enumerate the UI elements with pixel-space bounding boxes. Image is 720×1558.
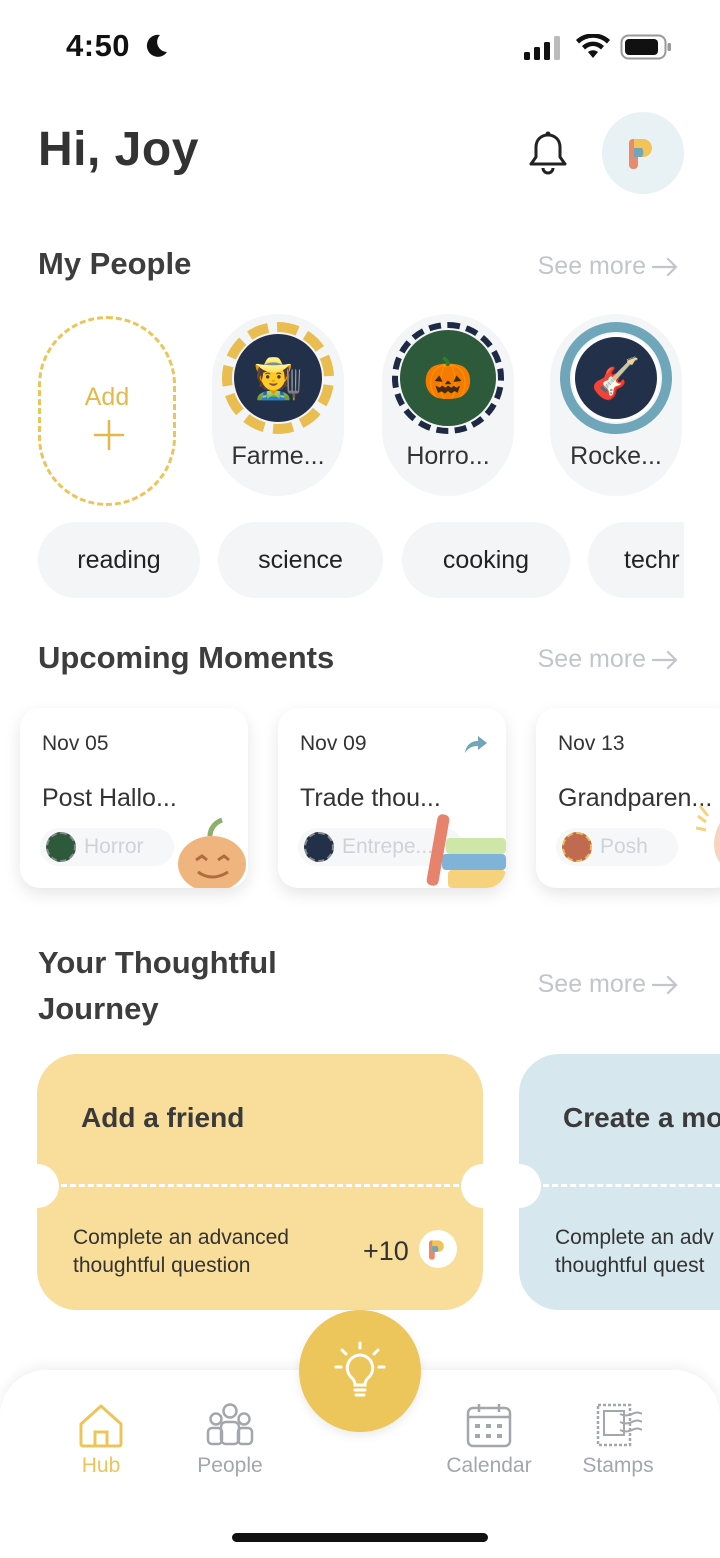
upcoming-moments-title: Upcoming Moments bbox=[38, 640, 335, 675]
lightbulb-icon bbox=[334, 1341, 386, 1397]
people-icon bbox=[206, 1403, 254, 1446]
journey-title-line1: Your Thoughtful bbox=[38, 945, 277, 980]
app-logo-icon bbox=[629, 139, 652, 169]
home-icon bbox=[79, 1404, 123, 1448]
my-people-title: My People bbox=[38, 246, 192, 281]
calendar-icon bbox=[466, 1404, 512, 1448]
farmer-avatar: 🧑‍🌾 bbox=[234, 334, 322, 422]
arrow-right-icon bbox=[652, 650, 678, 669]
ticket-divider bbox=[543, 1184, 720, 1187]
journey-see-more[interactable]: See more bbox=[538, 970, 678, 999]
battery-icon bbox=[620, 34, 671, 60]
moment-title: Trade thou... bbox=[300, 784, 441, 812]
profile-avatar[interactable] bbox=[602, 112, 684, 194]
journey-ticket[interactable]: Add a friend Complete an advanced though… bbox=[37, 1054, 483, 1310]
moment-date: Nov 13 bbox=[558, 732, 625, 755]
person-name: Horro... bbox=[406, 442, 490, 470]
tab-stamps[interactable]: Stamps bbox=[558, 1402, 678, 1478]
person-card-farmer[interactable]: 🧑‍🌾 Farme... bbox=[212, 314, 344, 496]
moment-card[interactable]: Nov 09 Trade thou... Entrepe... bbox=[278, 708, 506, 888]
tag-label: Posh bbox=[600, 835, 648, 858]
ticket-notch bbox=[461, 1164, 483, 1208]
moments-see-more[interactable]: See more bbox=[538, 645, 678, 674]
signal-icon bbox=[524, 36, 560, 60]
moment-person-tag: Horror bbox=[40, 828, 174, 866]
tab-label: Hub bbox=[81, 1454, 121, 1477]
moment-date: Nov 09 bbox=[300, 732, 367, 755]
see-more-label: See more bbox=[537, 252, 646, 280]
ticket-divider bbox=[61, 1184, 459, 1187]
see-more-label: See more bbox=[537, 645, 646, 673]
home-indicator bbox=[232, 1533, 488, 1542]
tab-hub[interactable]: Hub bbox=[41, 1402, 161, 1478]
ticket-title: Add a friend bbox=[81, 1102, 245, 1133]
ticket-desc-line2: thoughtful quest bbox=[555, 1254, 705, 1277]
thoughtful-idea-button[interactable] bbox=[299, 1310, 421, 1432]
interest-chip[interactable]: reading bbox=[38, 522, 200, 598]
see-more-label: See more bbox=[537, 970, 646, 998]
status-bar: 4:50 bbox=[0, 0, 720, 96]
ticket-description: Complete an adv thoughtful quest bbox=[555, 1224, 714, 1280]
my-people-see-more[interactable]: See more bbox=[538, 252, 678, 281]
ticket-desc-line2: thoughtful question bbox=[73, 1254, 251, 1277]
moment-title: Grandparen... bbox=[558, 784, 713, 812]
do-not-disturb-icon bbox=[146, 34, 167, 57]
ticket-notch bbox=[519, 1164, 541, 1208]
ticket-description: Complete an advanced thoughtful question bbox=[73, 1224, 289, 1280]
books-icon bbox=[426, 814, 506, 888]
person-name: Rocke... bbox=[570, 442, 662, 470]
interest-chips: reading science cooking techr bbox=[38, 522, 684, 598]
ticket-desc-line1: Complete an adv bbox=[555, 1226, 714, 1249]
moment-title: Post Hallo... bbox=[42, 784, 177, 812]
person-card-horror[interactable]: 🎃 Horro... bbox=[382, 314, 514, 496]
share-arrow-icon[interactable] bbox=[464, 734, 488, 754]
journey-ticket[interactable]: Create a mo Complete an adv thoughtful q… bbox=[519, 1054, 720, 1310]
tag-avatar bbox=[304, 832, 334, 862]
ticket-points: +10 bbox=[363, 1236, 409, 1266]
horror-avatar: 🎃 bbox=[400, 330, 496, 426]
person-name: Farme... bbox=[231, 442, 325, 470]
tab-label: Stamps bbox=[582, 1454, 654, 1477]
status-time: 4:50 bbox=[66, 28, 131, 63]
greeting-title: Hi, Joy bbox=[38, 123, 199, 176]
ticket-desc-line1: Complete an advanced bbox=[73, 1226, 289, 1249]
moment-card[interactable]: Nov 13 Grandparen... Posh bbox=[536, 708, 720, 888]
ticket-title: Create a mo bbox=[563, 1102, 720, 1133]
interest-chip[interactable]: techr bbox=[588, 522, 684, 598]
moment-card[interactable]: Nov 05 Post Hallo... Horror bbox=[20, 708, 248, 888]
tag-avatar bbox=[562, 832, 592, 862]
wifi-icon bbox=[576, 34, 610, 58]
moment-person-tag: Posh bbox=[556, 828, 678, 866]
journey-title: Your Thoughtful Journey bbox=[38, 940, 277, 1032]
pumpkin-icon bbox=[178, 817, 246, 888]
add-person-label: Add bbox=[84, 383, 130, 411]
clapping-hands-icon bbox=[696, 805, 720, 863]
stamp-icon bbox=[596, 1403, 642, 1447]
moment-date: Nov 05 bbox=[42, 732, 109, 755]
points-coin-icon bbox=[419, 1230, 457, 1268]
tab-people[interactable]: People bbox=[170, 1402, 290, 1478]
person-card-rocker[interactable]: 🎸 Rocke... bbox=[550, 314, 682, 496]
arrow-right-icon bbox=[652, 975, 678, 994]
tab-calendar[interactable]: Calendar bbox=[429, 1402, 549, 1478]
interest-chip[interactable]: science bbox=[218, 522, 383, 598]
arrow-right-icon bbox=[652, 257, 678, 276]
tag-avatar bbox=[46, 832, 76, 862]
add-person-button[interactable]: Add bbox=[38, 316, 176, 506]
tag-label: Entrepe... bbox=[342, 835, 434, 858]
tab-label: People bbox=[197, 1454, 263, 1477]
tab-label: Calendar bbox=[446, 1454, 532, 1477]
rocker-avatar: 🎸 bbox=[572, 334, 660, 422]
journey-title-line2: Journey bbox=[38, 991, 159, 1026]
notification-bell-icon[interactable] bbox=[528, 130, 568, 176]
ticket-notch bbox=[37, 1164, 59, 1208]
interest-chip[interactable]: cooking bbox=[402, 522, 570, 598]
tag-label: Horror bbox=[84, 835, 144, 858]
plus-icon bbox=[93, 419, 125, 451]
